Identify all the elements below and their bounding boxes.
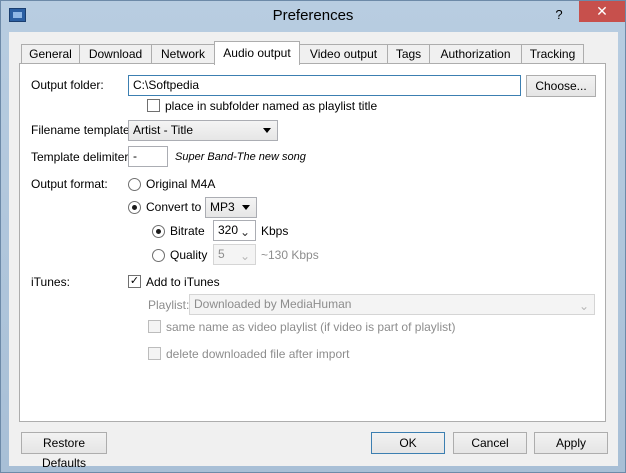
chevron-down-icon: ⌄	[239, 249, 250, 263]
add-to-itunes-label: Add to iTunes	[146, 275, 220, 289]
ok-button[interactable]: OK	[371, 432, 445, 454]
bitrate-unit: Kbps	[261, 224, 289, 238]
quality-hint: ~130 Kbps	[261, 248, 319, 262]
output-folder-input[interactable]: C:\Softpedia	[128, 75, 521, 96]
quality-radio[interactable]	[152, 249, 165, 262]
choose-folder-button[interactable]: Choose...	[526, 75, 596, 97]
template-delimiter-input[interactable]: -	[128, 146, 168, 167]
title-bar[interactable]: Preferences ? ✕	[1, 1, 625, 31]
subfolder-checkbox[interactable]	[147, 99, 160, 112]
convert-to-label: Convert to	[146, 200, 202, 214]
tab-network[interactable]: Network	[151, 44, 215, 64]
restore-defaults-button[interactable]: Restore Defaults	[21, 432, 107, 470]
original-m4a-radio[interactable]	[128, 178, 141, 191]
same-name-checkbox[interactable]	[148, 320, 161, 333]
itunes-label: iTunes:	[31, 275, 70, 289]
dropdown-arrow-icon	[263, 128, 271, 133]
quality-value: 5	[218, 247, 225, 261]
filename-template-label: Filename template:	[31, 123, 134, 137]
tab-tracking[interactable]: Tracking	[521, 44, 584, 64]
original-m4a-label: Original M4A	[146, 177, 216, 191]
quality-label: Quality	[170, 248, 208, 262]
preferences-window: Preferences ? ✕ General Download Network…	[0, 0, 626, 473]
audio-output-panel: Output folder: C:\Softpedia Choose... pl…	[19, 63, 606, 422]
subfolder-label: place in subfolder named as playlist tit…	[165, 99, 378, 113]
tab-authorization[interactable]: Authorization	[429, 44, 522, 64]
template-example: Super Band-The new song	[175, 151, 306, 163]
help-button[interactable]: ?	[549, 7, 569, 23]
tab-video-output[interactable]: Video output	[299, 44, 388, 64]
tab-general[interactable]: General	[21, 44, 80, 64]
delete-after-import-label: delete downloaded file after import	[166, 347, 350, 361]
tab-tags[interactable]: Tags	[387, 44, 430, 64]
quality-select[interactable]: 5 ⌄	[213, 244, 256, 265]
chevron-down-icon: ⌄	[578, 299, 589, 313]
playlist-value: Downloaded by MediaHuman	[194, 297, 352, 311]
bitrate-select[interactable]: 320 ⌄	[213, 220, 256, 241]
format-value: MP3	[210, 200, 235, 214]
close-button[interactable]: ✕	[579, 1, 625, 22]
output-format-label: Output format:	[31, 177, 108, 191]
bitrate-label: Bitrate	[170, 224, 205, 238]
output-folder-label: Output folder:	[31, 78, 104, 92]
chevron-down-icon: ⌄	[239, 225, 250, 239]
filename-template-value: Artist - Title	[133, 123, 194, 137]
playlist-label: Playlist:	[148, 298, 190, 312]
filename-template-select[interactable]: Artist - Title	[128, 120, 278, 141]
dialog-body: General Download Network Audio output Vi…	[9, 32, 618, 470]
tab-audio-output[interactable]: Audio output	[214, 41, 300, 65]
cancel-button[interactable]: Cancel	[453, 432, 527, 454]
convert-to-radio[interactable]	[128, 201, 141, 214]
add-to-itunes-checkbox[interactable]: ✓	[128, 275, 141, 288]
delete-after-import-checkbox[interactable]	[148, 347, 161, 360]
template-delimiter-label: Template delimiter:	[31, 150, 132, 164]
dropdown-arrow-icon	[242, 205, 250, 210]
tab-download[interactable]: Download	[79, 44, 152, 64]
apply-button[interactable]: Apply	[534, 432, 608, 454]
bitrate-radio[interactable]	[152, 225, 165, 238]
same-name-label: same name as video playlist (if video is…	[166, 320, 456, 334]
playlist-select[interactable]: Downloaded by MediaHuman ⌄	[189, 294, 595, 315]
format-select[interactable]: MP3	[205, 197, 257, 218]
window-title: Preferences	[272, 7, 354, 24]
bitrate-value: 320	[218, 223, 239, 237]
